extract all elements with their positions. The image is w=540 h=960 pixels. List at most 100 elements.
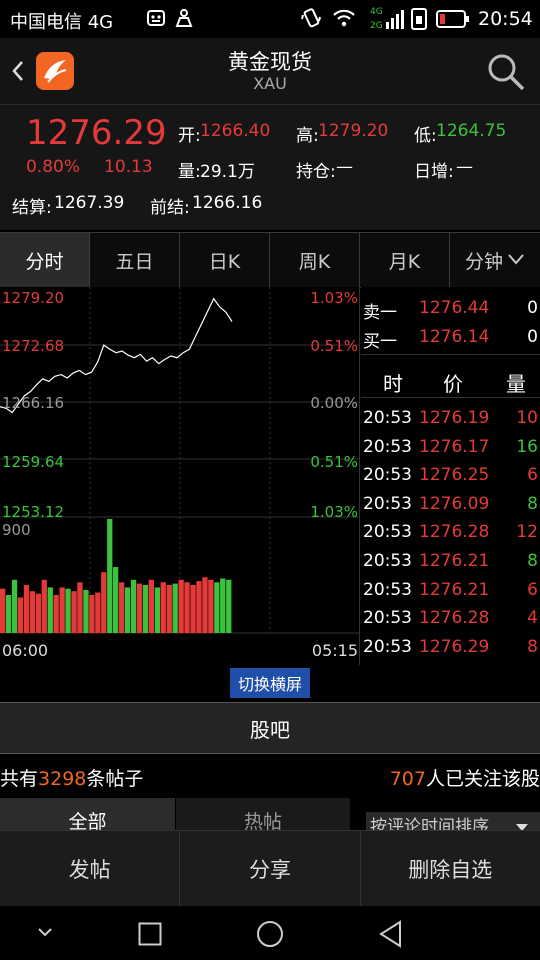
post-button[interactable]: 发帖	[0, 831, 181, 907]
quote-panel: 1276.29 0.80% 10.13 开: 1266.40 高: 1279.2…	[0, 105, 540, 230]
nav-back-icon[interactable]	[378, 920, 404, 952]
tab-weekly-k[interactable]: 周K	[270, 233, 360, 287]
chevron-down-icon	[507, 249, 525, 271]
post-count-prefix: 共有	[0, 768, 39, 790]
trade-volume: 16	[516, 436, 538, 457]
follower-count: 707人已关注该股	[390, 764, 540, 791]
chart-period-tabs: 分时 五日 日K 周K 月K 分钟	[0, 232, 540, 288]
trade-volume: 10	[516, 408, 538, 428]
remove-watchlist-button[interactable]: 删除自选	[361, 831, 540, 907]
trade-row: 20:53 1276.21 6	[361, 577, 540, 605]
high-label: 高:	[296, 126, 319, 146]
sell-one-row: 卖一 1276.44 0	[361, 295, 540, 323]
volume-bar	[59, 587, 65, 633]
page-title: 黄金现货	[228, 50, 312, 74]
follower-count-value: 707	[389, 768, 426, 790]
divider	[361, 397, 540, 398]
prev-settle-label: 前结:	[150, 198, 190, 218]
volume-bar	[220, 578, 226, 633]
trade-price: 1276.09	[419, 493, 490, 514]
search-icon[interactable]	[486, 52, 526, 96]
header-time: 时	[383, 372, 403, 396]
stock-forum-button[interactable]: 股吧	[0, 702, 540, 754]
signal-icon: 4G 2G	[370, 4, 406, 36]
battery-icon	[436, 9, 470, 33]
pct-label-high: 1.03%	[310, 289, 358, 307]
pct-label-upper: 0.51%	[310, 337, 358, 355]
volume-bar	[11, 579, 18, 633]
status-bar: 中国电信 4G 4G 2G 20:54	[0, 0, 540, 38]
header-bar: 黄金现货 XAU	[0, 38, 540, 105]
volume-bar	[208, 579, 214, 633]
volume-bar	[178, 579, 184, 633]
trade-row: 20:53 1276.21 8	[361, 548, 540, 576]
sell-one-price: 1276.44	[419, 298, 490, 318]
tab-monthly-k[interactable]: 月K	[360, 233, 450, 287]
sim-icon	[408, 7, 430, 35]
nav-home-icon[interactable]	[256, 920, 284, 952]
volume-bar	[47, 587, 53, 633]
buy-one-volume: 0	[527, 327, 538, 347]
tab-five-day[interactable]: 五日	[90, 233, 180, 287]
volume-value: 29.1万	[200, 162, 255, 182]
volume-bar	[154, 587, 160, 633]
trade-row: 20:53 1276.19 10	[361, 405, 540, 433]
price-label-low: 1253.12	[2, 503, 64, 521]
trade-volume: 12	[516, 522, 538, 543]
header-price: 价	[443, 372, 463, 396]
clock: 20:54	[478, 8, 533, 30]
app-notify-icon	[174, 8, 194, 32]
trade-price: 1276.17	[419, 436, 490, 457]
share-button[interactable]: 分享	[180, 831, 361, 907]
trade-price: 1276.25	[419, 465, 490, 486]
price-label-upper: 1272.68	[2, 337, 64, 355]
volume-bar	[101, 572, 107, 633]
trade-row: 20:53 1276.25 6	[361, 462, 540, 490]
app-logo-icon	[36, 52, 74, 94]
tab-intraday[interactable]: 分时	[0, 233, 90, 287]
carrier-label: 中国电信 4G	[10, 12, 114, 33]
nav-hide-icon[interactable]	[36, 924, 54, 943]
volume-bar	[35, 593, 41, 633]
volume-bar	[136, 583, 143, 633]
volume-bar	[17, 597, 24, 633]
time-start-label: 06:00	[2, 641, 48, 660]
switch-landscape-button[interactable]: 切换横屏	[230, 668, 310, 698]
trade-row: 20:53 1276.29 8	[361, 634, 540, 662]
volume-bar	[190, 584, 196, 633]
volume-bar	[172, 583, 178, 633]
last-price: 1276.29	[26, 113, 167, 153]
volume-bar	[196, 581, 202, 633]
volume-bar	[148, 579, 154, 633]
volume-bar	[214, 582, 220, 633]
time-end-label: 05:15	[312, 641, 358, 660]
volume-bar	[160, 582, 166, 633]
notification-icon	[146, 8, 166, 32]
volume-bar	[142, 584, 149, 633]
buy-one-label: 买一	[363, 332, 397, 352]
volume-bar	[71, 591, 77, 633]
price-label-lower: 1259.64	[2, 453, 64, 471]
trade-time: 20:53	[363, 408, 412, 428]
tab-daily-k[interactable]: 日K	[180, 233, 270, 287]
divider	[361, 354, 540, 355]
high-value: 1279.20	[318, 121, 389, 141]
volume-max-label: 900	[2, 521, 31, 539]
svg-text:4G: 4G	[370, 7, 383, 17]
trade-row: 20:53 1276.17 16	[361, 434, 540, 462]
trade-price: 1276.21	[419, 579, 490, 600]
tab-minute[interactable]: 分钟	[450, 233, 540, 287]
intraday-chart[interactable]: 1279.20 1272.68 1266.16 1259.64 1253.12 …	[0, 287, 360, 665]
volume-bar	[23, 584, 30, 633]
nav-recent-apps-icon[interactable]	[138, 922, 162, 950]
tab-minute-label: 分钟	[464, 250, 503, 273]
trade-row: 20:53 1276.28 12	[361, 519, 540, 547]
trade-row: 20:53 1276.28 4	[361, 605, 540, 633]
daily-inc-value: —	[456, 157, 473, 177]
low-label: 低:	[414, 126, 437, 146]
back-icon[interactable]	[10, 60, 26, 86]
change-percent: 0.80%	[26, 157, 81, 177]
volume-bar	[89, 595, 95, 633]
trade-time: 20:53	[363, 551, 412, 571]
trade-time: 20:53	[363, 465, 412, 486]
